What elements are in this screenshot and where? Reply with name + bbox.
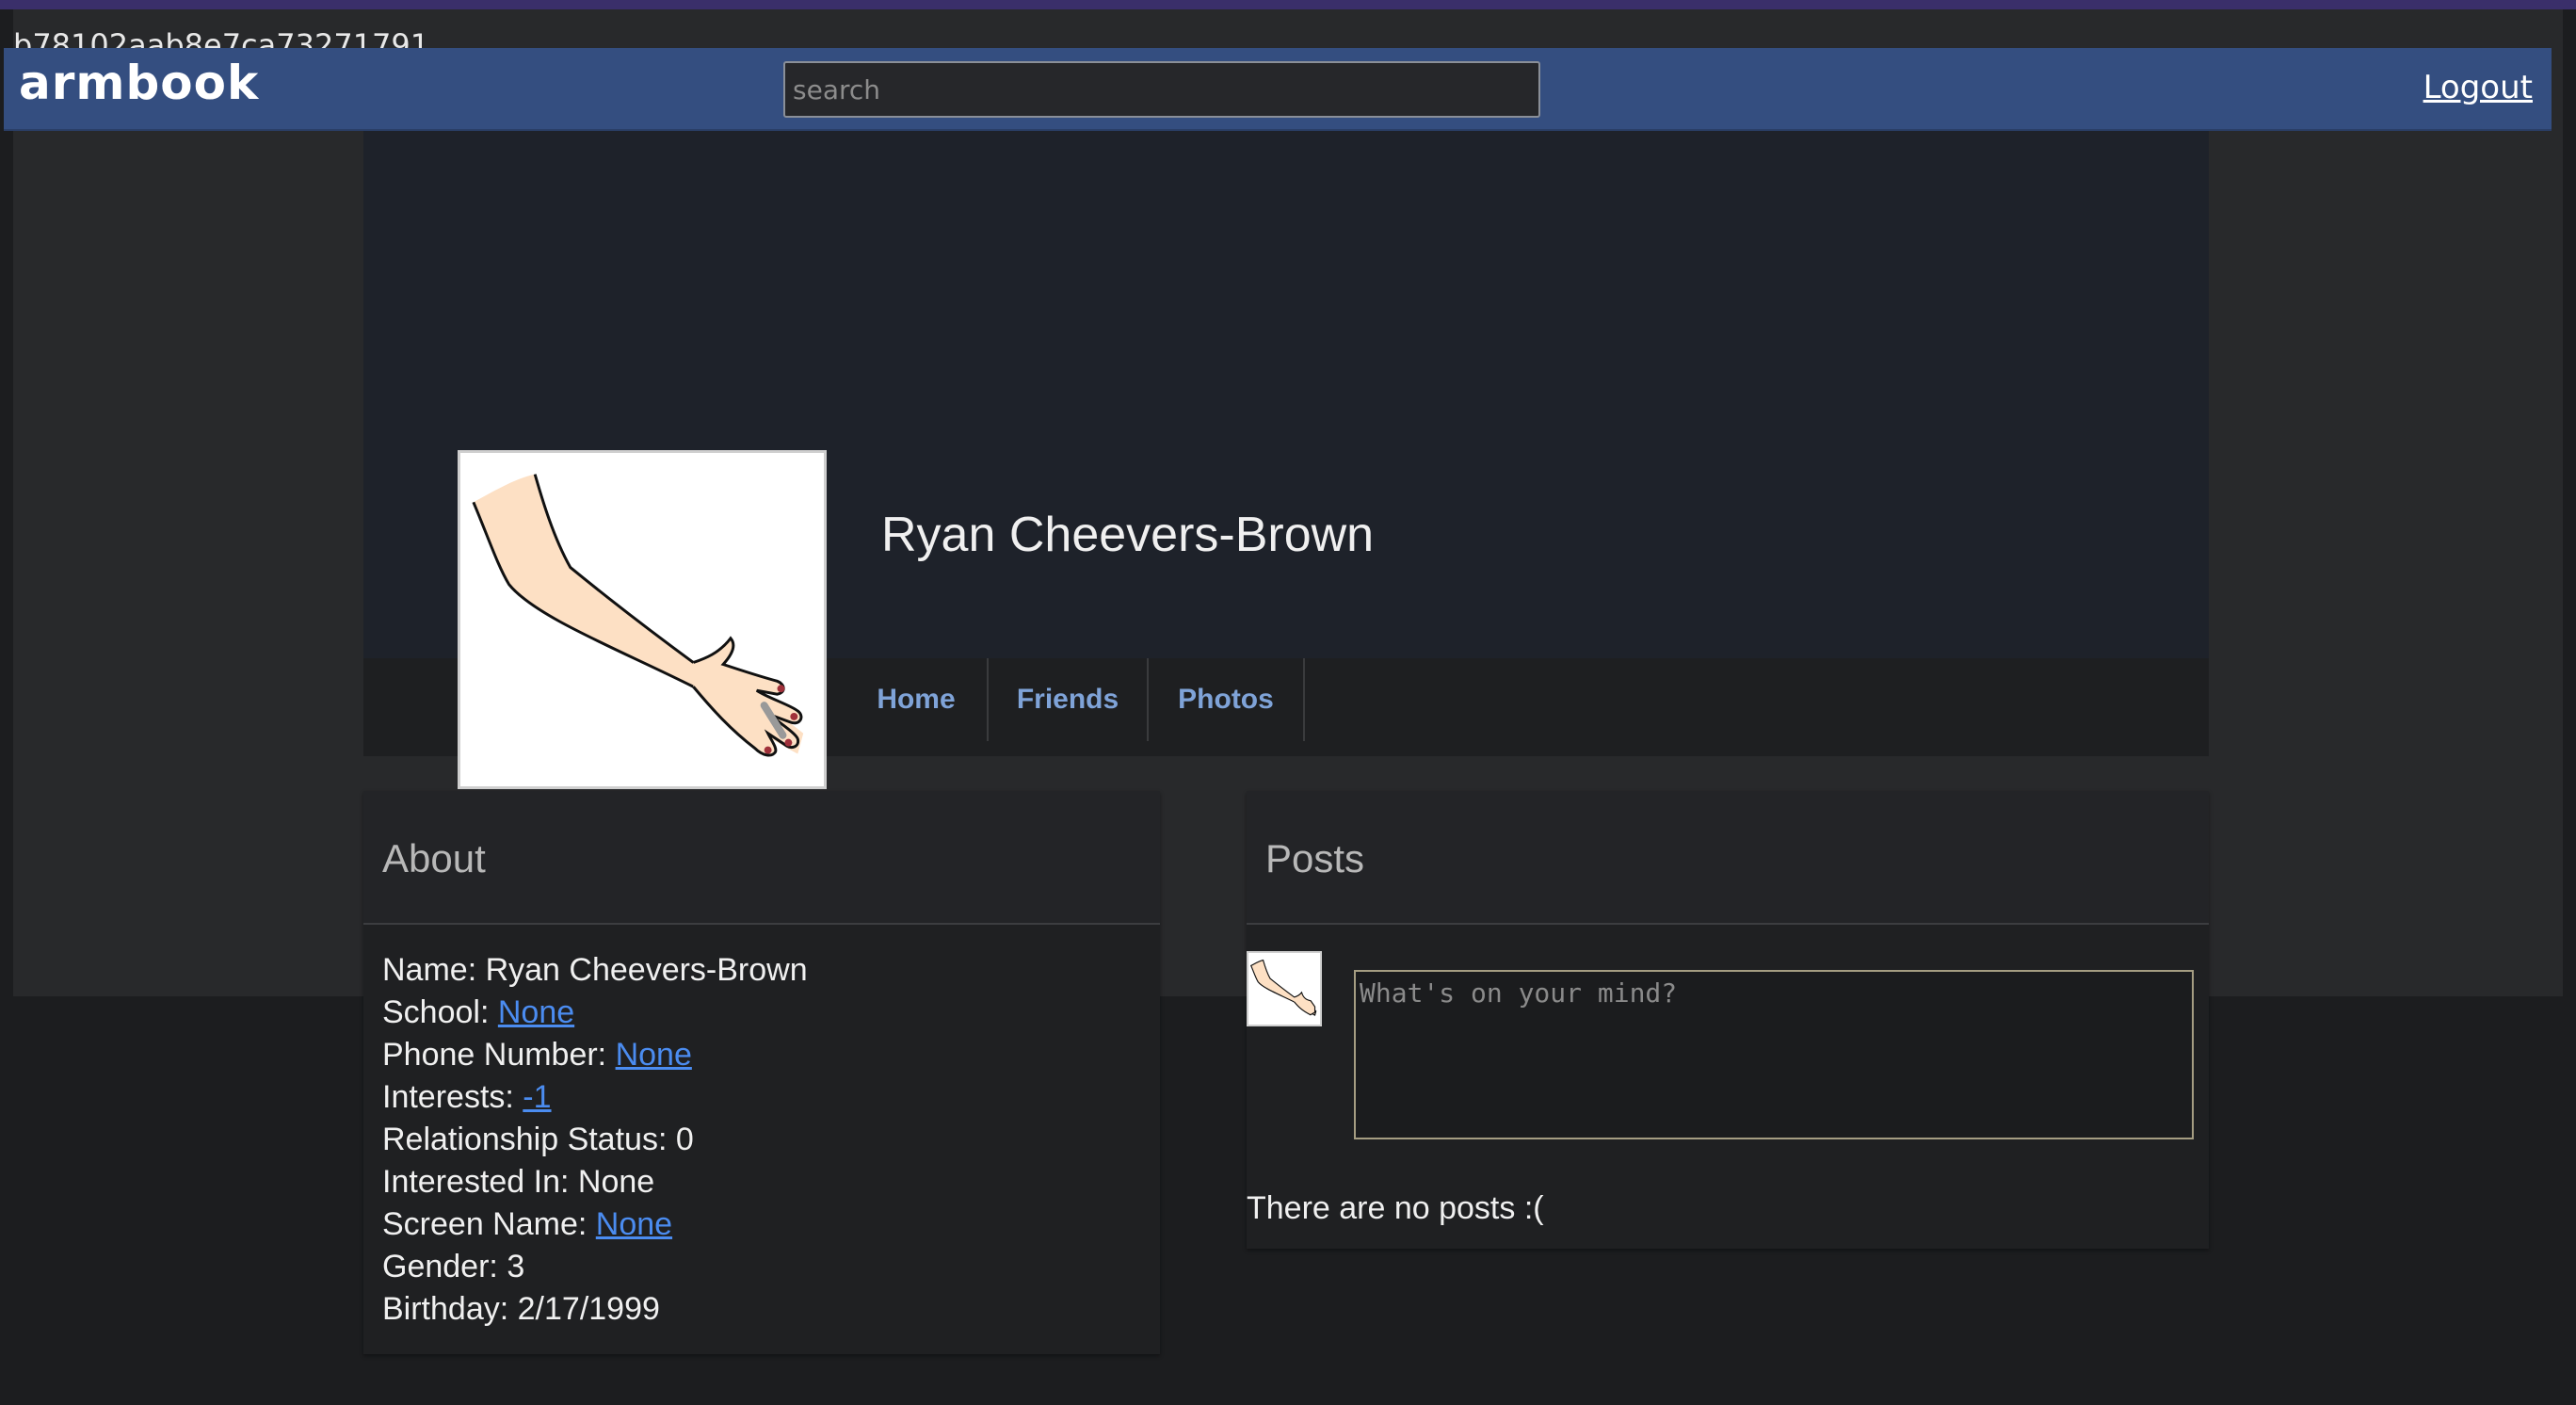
about-name-row: Name: Ryan Cheevers-Brown [382, 952, 808, 988]
interests-link[interactable]: -1 [523, 1079, 551, 1115]
about-interested-in-row: Interested In: None [382, 1164, 655, 1200]
profile-name: Ryan Cheevers-Brown [881, 508, 1375, 562]
window-top-strip [0, 0, 2576, 9]
about-phone-row: Phone Number: None [382, 1037, 692, 1073]
about-birthday-row: Birthday: 2/17/1999 [382, 1291, 660, 1327]
top-navigation-bar: armbook Logout [4, 48, 2552, 131]
composer-avatar[interactable] [1247, 951, 1322, 1026]
about-relationship-row: Relationship Status: 0 [382, 1122, 694, 1157]
about-panel-header: About [363, 791, 1160, 925]
about-name-value: Ryan Cheevers-Brown [485, 952, 808, 988]
about-school-row: School: None [382, 994, 575, 1030]
tab-photos[interactable]: Photos [1149, 658, 1305, 741]
logout-link[interactable]: Logout [2423, 69, 2533, 106]
about-gender-row: Gender: 3 [382, 1249, 525, 1284]
search-input[interactable] [783, 61, 1540, 118]
profile-picture[interactable] [458, 450, 827, 789]
school-link[interactable]: None [498, 994, 574, 1030]
posts-panel-header: Posts [1247, 791, 2209, 925]
post-composer-input[interactable] [1354, 970, 2194, 1139]
about-details: Name: Ryan Cheevers-Brown School: None P… [382, 949, 808, 1331]
about-title: About [382, 836, 486, 880]
about-panel: About Name: Ryan Cheevers-Brown School: … [363, 791, 1160, 1354]
posts-title: Posts [1265, 836, 1365, 880]
brand-logo[interactable]: armbook [19, 56, 259, 110]
arm-image-icon [472, 474, 804, 757]
phone-link[interactable]: None [616, 1037, 692, 1073]
tab-friends[interactable]: Friends [989, 658, 1149, 741]
tab-home[interactable]: Home [845, 658, 989, 741]
posts-panel: Posts There are no posts :( [1247, 791, 2209, 1249]
no-posts-message: There are no posts :( [1247, 1190, 1544, 1226]
about-screen-name-row: Screen Name: None [382, 1206, 673, 1242]
arm-thumbnail-icon [1249, 959, 1317, 1016]
screen-name-link[interactable]: None [596, 1206, 672, 1242]
about-interests-row: Interests: -1 [382, 1079, 552, 1115]
